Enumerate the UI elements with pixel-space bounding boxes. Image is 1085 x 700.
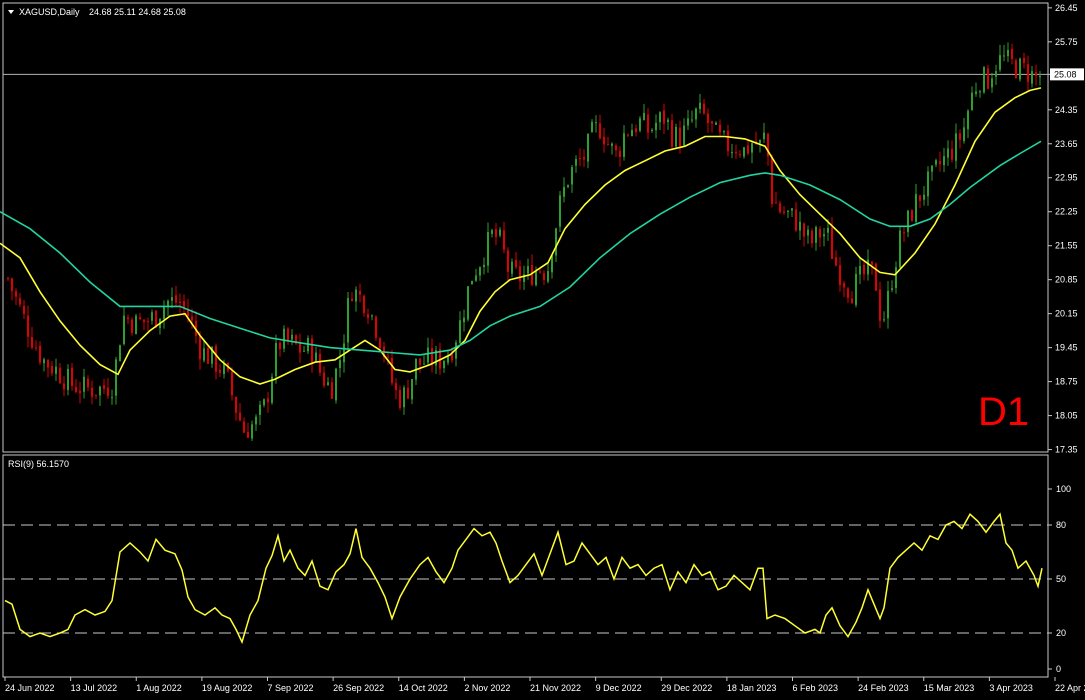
rsi-title: RSI(9) 56.1570 bbox=[8, 459, 69, 469]
candle bbox=[467, 286, 469, 322]
price-tick-label-6: 22.25 bbox=[1055, 207, 1078, 217]
price-tick-label-8: 20.85 bbox=[1055, 275, 1078, 285]
candle bbox=[875, 262, 877, 291]
price-tick-label-3: 24.35 bbox=[1055, 105, 1078, 115]
rsi-tick-label-1: 80 bbox=[1056, 520, 1066, 530]
candle bbox=[375, 315, 377, 342]
candle bbox=[471, 280, 473, 285]
time-label-16: 22 Apr 2023 bbox=[1055, 683, 1085, 693]
candle bbox=[283, 325, 285, 353]
price-tick-label-11: 18.75 bbox=[1055, 377, 1078, 387]
candle bbox=[1015, 58, 1017, 79]
time-label-4: 7 Sep 2022 bbox=[268, 683, 314, 693]
price-tick-label-5: 22.95 bbox=[1055, 173, 1078, 183]
rsi-tick-label-3: 20 bbox=[1056, 628, 1066, 638]
candle bbox=[135, 313, 137, 335]
candle bbox=[1019, 57, 1021, 82]
timeframe-badge: D1 bbox=[978, 390, 1029, 434]
time-axis: 24 Jun 2022 13 Jul 2022 1 Aug 2022 19 Aug 2… bbox=[4, 677, 1085, 693]
time-label-5: 26 Sep 2022 bbox=[333, 683, 384, 693]
price-tick-label-1: 25.75 bbox=[1055, 37, 1078, 47]
time-label-13: 24 Feb 2023 bbox=[858, 683, 909, 693]
candle bbox=[899, 226, 901, 269]
chart-area: 26.45 25.75 25.08 24.35 23.65 22.95 22.25 21.55… bbox=[0, 2, 1085, 693]
price-tick-label-0: 26.45 bbox=[1055, 3, 1078, 13]
time-label-7: 2 Nov 2022 bbox=[464, 683, 510, 693]
candle bbox=[335, 367, 337, 404]
time-label-15: 3 Apr 2023 bbox=[989, 683, 1033, 693]
price-tick-label-7: 21.55 bbox=[1055, 241, 1078, 251]
price-tick-label-12: 18.05 bbox=[1055, 411, 1078, 421]
price-tick-label-4: 23.65 bbox=[1055, 139, 1078, 149]
candle bbox=[911, 209, 913, 222]
time-label-0: 24 Jun 2022 bbox=[5, 683, 55, 693]
candle bbox=[295, 334, 297, 345]
candle bbox=[271, 373, 273, 405]
time-label-9: 9 Dec 2022 bbox=[596, 683, 642, 693]
price-tick-label-9: 20.15 bbox=[1055, 309, 1078, 319]
ohlc-values: 24.68 25.11 24.68 25.08 bbox=[89, 7, 186, 17]
time-label-12: 6 Feb 2023 bbox=[793, 683, 839, 693]
time-label-10: 29 Dec 2022 bbox=[661, 683, 712, 693]
time-label-6: 14 Oct 2022 bbox=[399, 683, 448, 693]
candle bbox=[675, 123, 677, 149]
time-label-11: 18 Jan 2023 bbox=[727, 683, 777, 693]
candle bbox=[639, 116, 641, 133]
rsi-tick-label-2: 50 bbox=[1056, 574, 1066, 584]
time-label-3: 19 Aug 2022 bbox=[202, 683, 253, 693]
rsi-tick-label-0: 100 bbox=[1056, 484, 1071, 494]
price-panel-border bbox=[2, 2, 1049, 453]
current-price-label: 25.08 bbox=[1054, 69, 1077, 79]
time-label-14: 15 Mar 2023 bbox=[924, 683, 975, 693]
chart-title: XAGUSD,Daily bbox=[19, 7, 80, 17]
time-label-8: 21 Nov 2022 bbox=[530, 683, 581, 693]
price-tick-label-10: 19.45 bbox=[1055, 343, 1078, 353]
candle bbox=[983, 65, 985, 94]
candle bbox=[771, 154, 773, 208]
candle bbox=[987, 64, 989, 90]
rsi-tick-label-4: 0 bbox=[1056, 664, 1061, 674]
price-tick-label-13: 17.35 bbox=[1055, 445, 1078, 455]
candle bbox=[559, 191, 561, 233]
time-label-1: 13 Jul 2022 bbox=[71, 683, 118, 693]
time-label-2: 1 Aug 2022 bbox=[136, 683, 182, 693]
rsi-axis: 100 80 50 20 0 bbox=[1048, 484, 1071, 674]
candle bbox=[119, 344, 121, 362]
